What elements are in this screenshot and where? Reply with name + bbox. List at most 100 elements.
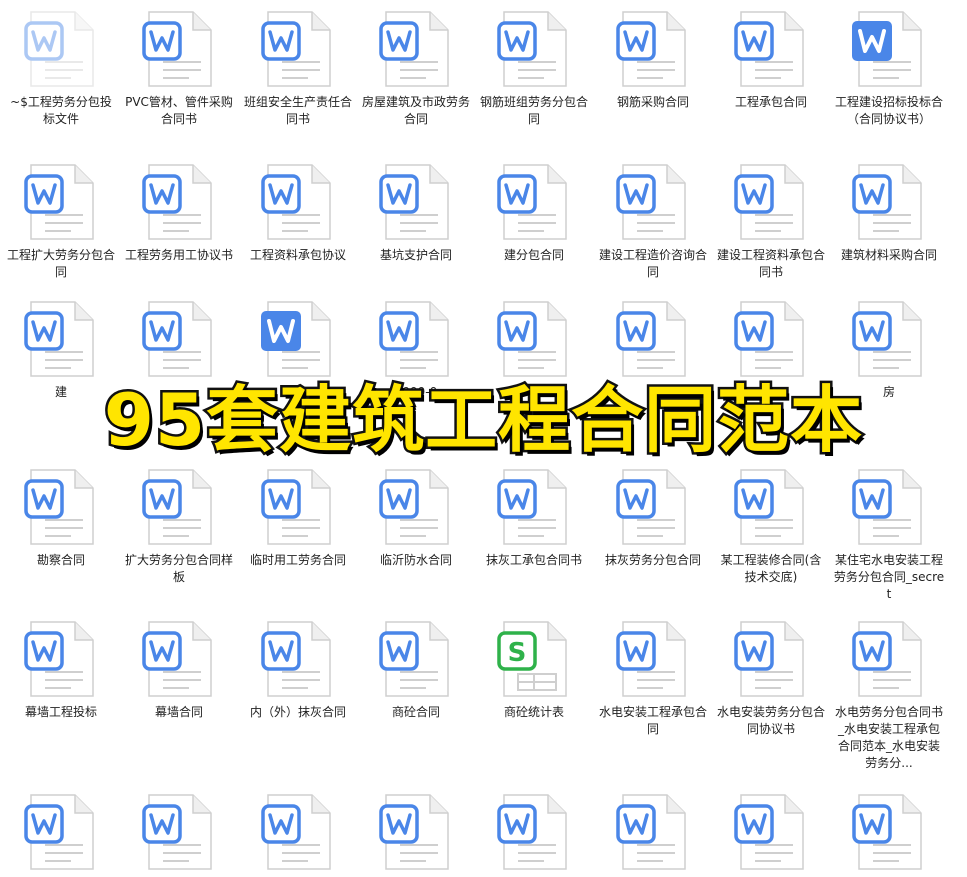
file-name: 扩大劳务分包合同样板 <box>124 553 233 584</box>
file-item[interactable]: 临时用工劳务合同 <box>239 468 357 569</box>
word-doc-icon <box>830 793 948 871</box>
file-item[interactable]: 内（外）抹灰合同 <box>239 620 357 721</box>
file-grid: ~$工程劳务分包投标文件 PVC管材、管件采购合同书 班组安全生产责任合同书 房屋建筑… <box>0 0 967 870</box>
file-item[interactable]: 建分包合同 <box>475 163 593 264</box>
file-name: 水电劳务分包合同书_水电安装工程承包合同范本_水电安装劳务分... <box>834 705 943 770</box>
word-doc-icon <box>594 300 712 378</box>
file-item[interactable] <box>120 793 238 877</box>
file-item[interactable]: 建 <box>2 300 120 401</box>
file-item[interactable] <box>357 793 475 877</box>
file-item[interactable] <box>2 793 120 877</box>
word-doc-icon <box>2 163 120 241</box>
file-name: 工程扩大劳务分包合同 <box>6 248 115 279</box>
word-doc-icon <box>475 300 593 378</box>
excel-doc-icon: S <box>475 620 593 698</box>
file-item[interactable] <box>594 300 712 384</box>
file-item[interactable] <box>712 300 830 384</box>
word-doc-icon <box>594 468 712 546</box>
file-item[interactable]: 同 <box>475 300 593 401</box>
file-item[interactable] <box>830 793 948 877</box>
word-doc-icon <box>712 468 830 546</box>
file-item[interactable]: 房屋建筑及市政劳务合同 <box>357 10 475 128</box>
file-item[interactable]: 抹灰工承包合同书 <box>475 468 593 569</box>
file-name: 商砼统计表 <box>503 705 564 719</box>
file-item[interactable]: 班组安全生产责任合同书 <box>239 10 357 128</box>
file-name: 幕墙合同 <box>154 705 203 719</box>
file-name: ~$工程劳务分包投标文件 <box>10 95 112 126</box>
word-doc-icon <box>120 793 238 871</box>
word-doc-icon <box>239 793 357 871</box>
file-item[interactable]: 建筑材料采购合同 <box>830 163 948 264</box>
file-item[interactable]: 某住宅水电安装工程劳务分包合同_secret <box>830 468 948 603</box>
file-item[interactable] <box>120 300 238 384</box>
word-doc-icon <box>2 468 120 546</box>
file-item[interactable]: 扩大劳务分包合同样板 <box>120 468 238 586</box>
word-doc-icon <box>120 163 238 241</box>
file-item[interactable]: 水电劳务分包合同书_水电安装工程承包合同范本_水电安装劳务分... <box>830 620 948 772</box>
file-item[interactable]: 钢筋班组劳务分包合同 <box>475 10 593 128</box>
file-item[interactable] <box>239 793 357 877</box>
word-doc-icon <box>712 10 830 88</box>
file-item[interactable]: 水电安装劳务分包合同协议书 <box>712 620 830 738</box>
file-item[interactable]: ~$工程劳务分包投标文件 <box>2 10 120 128</box>
file-item[interactable] <box>475 793 593 877</box>
file-name: 建 <box>54 385 67 399</box>
file-item[interactable] <box>594 793 712 877</box>
file-name: 水电安装工程承包合同 <box>598 705 707 736</box>
file-item[interactable]: 幕墙工程投标 <box>2 620 120 721</box>
file-item[interactable]: 房 <box>830 300 948 401</box>
file-item[interactable]: 工程扩大劳务分包合同 <box>2 163 120 281</box>
word-doc-icon <box>594 10 712 88</box>
file-item[interactable]: 1999-0 <box>357 300 475 401</box>
file-name: 建设工程造价咨询合同 <box>598 248 707 279</box>
file-name: 建设工程资料承包合同书 <box>716 248 825 279</box>
file-name: 钢筋班组劳务分包合同 <box>479 95 588 126</box>
file-name: 工程承包合同 <box>734 95 807 109</box>
file-name: 工程资料承包协议 <box>249 248 346 262</box>
file-item[interactable]: 勘察合同 <box>2 468 120 569</box>
file-item[interactable] <box>239 300 357 384</box>
file-item[interactable] <box>712 793 830 877</box>
file-item[interactable]: 建设工程资料承包合同书 <box>712 163 830 281</box>
file-item[interactable]: 临沂防水合同 <box>357 468 475 569</box>
file-item[interactable]: 钢筋采购合同 <box>594 10 712 111</box>
file-name: 抹灰劳务分包合同 <box>604 553 701 567</box>
file-name: 临沂防水合同 <box>379 553 452 567</box>
word-doc-icon <box>357 620 475 698</box>
file-item[interactable]: 商砼合同 <box>357 620 475 721</box>
file-name: 幕墙工程投标 <box>24 705 97 719</box>
word-doc-icon <box>239 620 357 698</box>
word-doc-icon <box>594 620 712 698</box>
file-item[interactable]: 水电安装工程承包合同 <box>594 620 712 738</box>
word-doc-icon <box>594 793 712 871</box>
file-item[interactable]: 工程承包合同 <box>712 10 830 111</box>
file-item[interactable]: 建设工程造价咨询合同 <box>594 163 712 281</box>
word-doc-icon <box>475 163 593 241</box>
word-doc-icon <box>2 10 120 88</box>
file-item[interactable]: 抹灰劳务分包合同 <box>594 468 712 569</box>
file-name: 内（外）抹灰合同 <box>249 705 346 719</box>
file-name: 1999-0 <box>394 385 438 399</box>
file-item[interactable]: 某工程装修合同(含技术交底) <box>712 468 830 586</box>
word-doc-icon <box>120 300 238 378</box>
word-app-icon <box>830 10 948 88</box>
file-item[interactable]: 幕墙合同 <box>120 620 238 721</box>
word-doc-icon <box>239 163 357 241</box>
file-item[interactable]: S 商砼统计表 <box>475 620 593 721</box>
file-item[interactable]: 工程资料承包协议 <box>239 163 357 264</box>
file-name: 某工程装修合同(含技术交底) <box>720 553 822 584</box>
file-item[interactable]: PVC管材、管件采购合同书 <box>120 10 238 128</box>
file-item[interactable]: 工程劳务用工协议书 <box>120 163 238 264</box>
word-doc-icon <box>120 468 238 546</box>
file-name: 班组安全生产责任合同书 <box>243 95 352 126</box>
word-app-icon <box>239 300 357 378</box>
word-doc-icon <box>357 163 475 241</box>
file-item[interactable]: 工程建设招标投标合（合同协议书） <box>830 10 948 128</box>
file-name: 商砼合同 <box>391 705 440 719</box>
word-doc-icon <box>2 300 120 378</box>
word-doc-icon <box>712 620 830 698</box>
file-name: 建分包合同 <box>503 248 564 262</box>
word-doc-icon <box>239 468 357 546</box>
file-item[interactable]: 基坑支护合同 <box>357 163 475 264</box>
word-doc-icon <box>239 10 357 88</box>
